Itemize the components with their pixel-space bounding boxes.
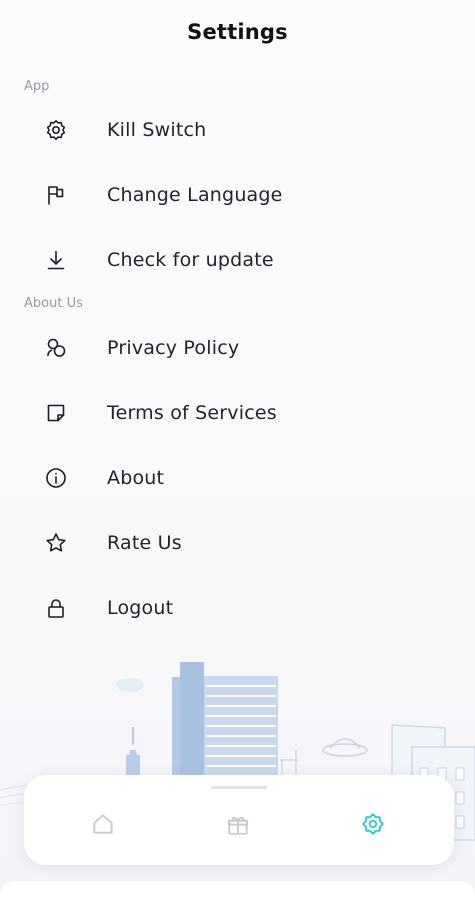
flag-icon (43, 182, 69, 208)
menu-item-label: Rate Us (107, 532, 182, 554)
bottom-sheet-edge (0, 880, 475, 901)
menu-item-label: Logout (107, 597, 174, 619)
menu-item-label: Change Language (107, 184, 283, 206)
menu-item-kill-switch[interactable]: Kill Switch (0, 108, 475, 152)
menu-item-change-language[interactable]: Change Language (0, 173, 475, 217)
menu-item-logout[interactable]: Logout (0, 586, 475, 630)
nav-settings-button[interactable] (358, 809, 388, 839)
lock-icon (43, 595, 69, 621)
star-icon (43, 530, 69, 556)
section-label-app: App (24, 79, 50, 94)
menu-item-label: Privacy Policy (107, 337, 240, 359)
menu-item-check-for-update[interactable]: Check for update (0, 238, 475, 282)
menu-item-rate-us[interactable]: Rate Us (0, 521, 475, 565)
menu-item-about[interactable]: About (0, 456, 475, 500)
page-title: Settings (187, 20, 288, 44)
section-label-about-us: About Us (24, 296, 83, 311)
settings-screen: Settings App Kill Switch Change Language (0, 0, 475, 901)
gift-icon (227, 816, 249, 835)
note-icon (43, 400, 69, 426)
privacy-icon (43, 335, 69, 361)
menu-item-label: Terms of Services (107, 402, 277, 424)
drag-handle[interactable] (211, 786, 267, 789)
menu-item-label: Check for update (107, 249, 274, 271)
home-icon (93, 814, 113, 834)
menu-item-terms-of-services[interactable]: Terms of Services (0, 391, 475, 435)
gear-icon (43, 117, 69, 143)
menu-item-label: Kill Switch (107, 119, 207, 141)
bottom-navigation (24, 775, 454, 865)
nav-home-button[interactable] (88, 809, 118, 839)
menu-item-privacy-policy[interactable]: Privacy Policy (0, 326, 475, 370)
nav-gift-button[interactable] (223, 809, 253, 839)
download-icon (43, 247, 69, 273)
menu-item-label: About (107, 467, 165, 489)
info-icon (43, 465, 69, 491)
settings-icon (362, 813, 384, 835)
